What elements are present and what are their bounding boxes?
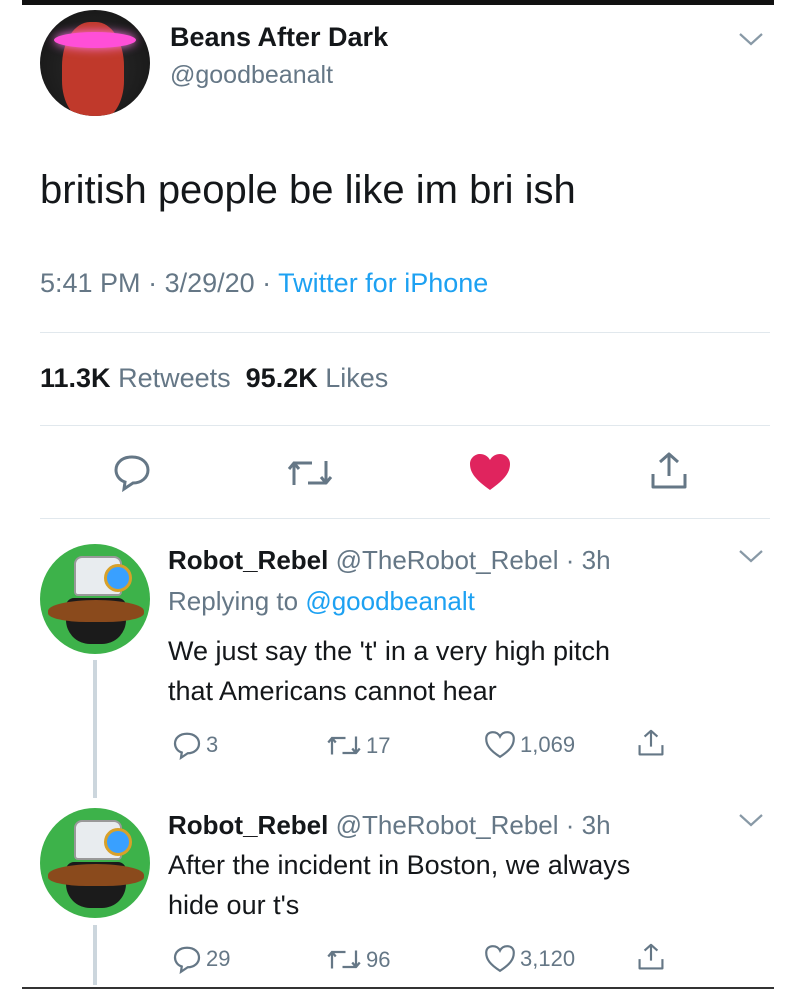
- heart-icon: [485, 945, 515, 973]
- like-count: 3,120: [520, 945, 576, 971]
- retweet-icon: [287, 461, 333, 485]
- meta-separator: ·: [254, 268, 279, 298]
- divider: [40, 518, 770, 519]
- likes-stat[interactable]: 95.2K Likes: [246, 363, 389, 393]
- reply-like-button[interactable]: 1,069: [484, 730, 575, 759]
- reply-reply-button[interactable]: 3: [172, 730, 218, 760]
- reply-author-handle[interactable]: @TheRobot_Rebel: [336, 545, 559, 575]
- author-name[interactable]: Beans After Dark: [170, 22, 388, 53]
- retweets-stat[interactable]: 11.3K Retweets: [40, 363, 231, 393]
- likes-label: Likes: [325, 363, 389, 393]
- author-handle[interactable]: @goodbeanalt: [170, 61, 333, 90]
- chevron-down-icon[interactable]: [738, 812, 764, 833]
- replying-prefix: Replying to: [168, 586, 299, 616]
- reply-author-name[interactable]: Robot_Rebel: [168, 545, 328, 575]
- reply-icon: [173, 732, 201, 760]
- divider: [40, 425, 770, 426]
- share-icon: [638, 943, 664, 970]
- share-icon: [638, 729, 664, 756]
- tweet-stats: 11.3K Retweets 95.2K Likes: [40, 363, 388, 394]
- mustache: [48, 600, 144, 622]
- tweet-meta: 5:41 PM · 3/29/20 · Twitter for iPhone: [40, 268, 488, 299]
- reply-header: Robot_Rebel @TheRobot_Rebel · 3h: [168, 545, 611, 576]
- retweets-count: 11.3K: [40, 363, 111, 393]
- heart-icon: [470, 454, 510, 490]
- retweet-count: 17: [366, 732, 391, 758]
- chevron-down-icon[interactable]: [738, 548, 764, 569]
- top-border: [22, 0, 774, 5]
- reply-age: 3h: [581, 545, 611, 575]
- reply-text-line: that Americans cannot hear: [168, 676, 497, 706]
- reply-like-button[interactable]: 3,120: [484, 944, 575, 973]
- tweet-date: 3/29/20: [164, 268, 255, 298]
- meta-separator: ·: [558, 810, 582, 840]
- retweets-label: Retweets: [118, 363, 231, 393]
- author-avatar[interactable]: [40, 10, 150, 116]
- tweet-time: 5:41 PM: [40, 268, 141, 298]
- meta-separator: ·: [140, 268, 165, 298]
- tweet-text: british people be like im bri ish: [40, 168, 576, 212]
- reply-button[interactable]: [112, 452, 152, 492]
- reply-icon: [114, 455, 150, 492]
- share-button[interactable]: [648, 450, 690, 492]
- retweet-icon: [327, 736, 361, 755]
- retweet-count: 96: [366, 946, 391, 972]
- thread-line: [93, 660, 97, 798]
- like-button[interactable]: [468, 452, 512, 492]
- meta-separator: ·: [558, 545, 582, 575]
- likes-count: 95.2K: [245, 363, 318, 393]
- reply-reply-button[interactable]: 29: [172, 944, 230, 974]
- thread-line: [93, 925, 97, 985]
- divider: [40, 332, 770, 333]
- reply-text-line: After the incident in Boston, we always: [168, 850, 631, 880]
- mustache: [48, 864, 144, 886]
- chevron-down-icon[interactable]: [738, 30, 764, 53]
- retweet-button[interactable]: [286, 455, 334, 491]
- like-count: 1,069: [520, 731, 576, 757]
- tweet-source-link[interactable]: Twitter for iPhone: [278, 268, 488, 298]
- reply-avatar[interactable]: [40, 808, 150, 918]
- heart-icon: [485, 731, 515, 759]
- reply-retweet-button[interactable]: 17: [326, 732, 390, 759]
- reply-age: 3h: [581, 810, 611, 840]
- replying-to: Replying to @goodbeanalt: [168, 586, 475, 617]
- reply-avatar[interactable]: [40, 544, 150, 654]
- reply-retweet-button[interactable]: 96: [326, 946, 390, 973]
- robot-eye: [104, 564, 132, 592]
- reply-author-name[interactable]: Robot_Rebel: [168, 810, 328, 840]
- share-icon: [651, 452, 687, 489]
- reply-share-button[interactable]: [636, 728, 666, 758]
- bottom-border: [22, 987, 774, 989]
- reply-header: Robot_Rebel @TheRobot_Rebel · 3h: [168, 810, 611, 841]
- reply-count: 29: [206, 946, 231, 971]
- retweet-icon: [327, 950, 361, 969]
- bean-glasses: [54, 32, 136, 48]
- reply-text-line: We just say the 't' in a very high pitch: [168, 636, 611, 666]
- reply-text-line: hide our t's: [168, 890, 300, 920]
- reply-share-button[interactable]: [636, 942, 666, 972]
- reply-author-handle[interactable]: @TheRobot_Rebel: [336, 810, 559, 840]
- reply-count: 3: [206, 732, 219, 757]
- reply-icon: [173, 946, 201, 974]
- robot-eye: [104, 828, 132, 856]
- replying-mention-link[interactable]: @goodbeanalt: [305, 586, 475, 616]
